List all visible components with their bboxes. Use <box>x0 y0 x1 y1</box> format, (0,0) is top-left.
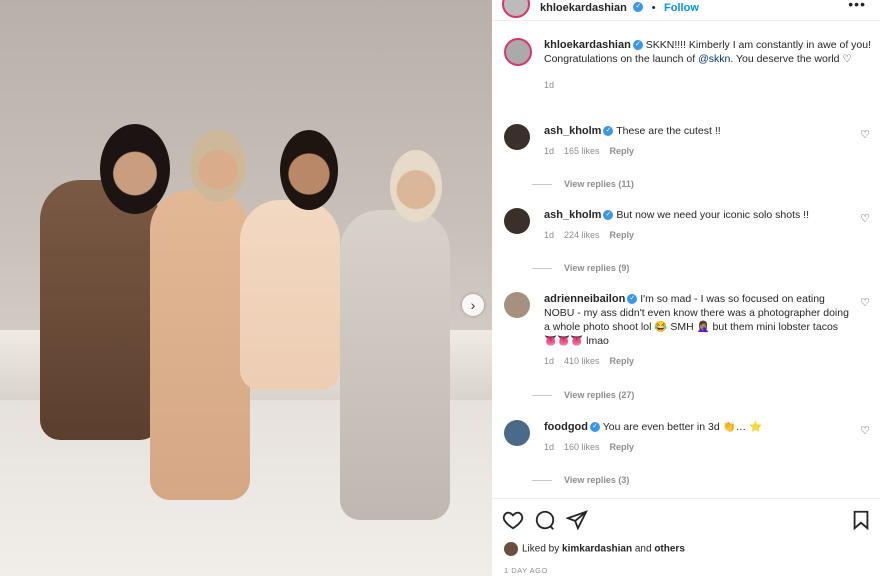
comment-icon[interactable] <box>534 509 556 531</box>
comment-text: You are even better in 3d 👏… ⭐ <box>602 421 763 433</box>
chevron-right-icon: › <box>470 297 476 313</box>
person-figure <box>340 210 450 520</box>
reply-button[interactable]: Reply <box>610 230 635 240</box>
post-image[interactable]: › <box>0 0 492 576</box>
verified-icon: ✓ <box>603 126 614 137</box>
person-figure <box>240 200 340 390</box>
person-head <box>390 150 442 222</box>
verified-icon: ✓ <box>589 422 600 433</box>
follow-button[interactable]: Follow <box>664 2 699 14</box>
bookmark-icon[interactable] <box>850 509 872 531</box>
replies-line <box>532 184 552 186</box>
liked-user[interactable]: kimkardashian <box>562 544 632 555</box>
reply-button[interactable]: Reply <box>610 356 635 366</box>
liked-mid: and <box>632 543 655 555</box>
commenter-avatar[interactable] <box>504 420 530 446</box>
commenter-avatar[interactable] <box>504 292 530 318</box>
replies-line <box>532 268 552 270</box>
comment-text: But now we need your iconic solo shots !… <box>616 209 809 221</box>
comment-likes[interactable]: 165 likes <box>564 146 600 156</box>
caption-text-end: . You deserve the world ♡ <box>730 53 852 65</box>
view-replies-button[interactable]: View replies (3) <box>532 475 629 485</box>
caption-username[interactable]: khloekardashian <box>544 39 631 51</box>
caption-avatar[interactable] <box>504 38 532 66</box>
view-replies-label[interactable]: View replies (3) <box>564 475 629 485</box>
commenter-username[interactable]: ash_kholm <box>544 209 601 221</box>
liked-prefix: Liked by <box>522 543 563 555</box>
post-sidebar: khloekardashian ✓ • Follow ••• khloekard… <box>492 0 880 576</box>
liked-others[interactable]: others <box>654 544 685 555</box>
view-replies-label[interactable]: View replies (9) <box>564 263 629 273</box>
caption-time: 1d <box>544 80 555 90</box>
share-icon[interactable] <box>566 509 588 531</box>
reply-button[interactable]: Reply <box>610 146 635 156</box>
view-replies-label[interactable]: View replies (27) <box>564 390 634 400</box>
comment-text: These are the cutest !! <box>616 125 721 137</box>
commenter-avatar[interactable] <box>504 208 530 234</box>
view-replies-button[interactable]: View replies (9) <box>532 263 629 273</box>
more-horizontal-icon[interactable]: ••• <box>848 0 866 12</box>
separator-dot: • <box>651 2 656 14</box>
heart-icon[interactable]: ♡ <box>860 296 870 310</box>
verified-icon: ✓ <box>633 1 644 12</box>
commenter-avatar[interactable] <box>504 124 530 150</box>
comment-likes[interactable]: 160 likes <box>564 442 600 452</box>
commenter-username[interactable]: ash_kholm <box>544 125 601 137</box>
reply-button[interactable]: Reply <box>610 442 635 452</box>
replies-line <box>532 395 552 397</box>
view-replies-button[interactable]: View replies (27) <box>532 390 634 400</box>
author-username[interactable]: khloekardashian <box>540 2 627 14</box>
post-header: khloekardashian ✓ • Follow ••• <box>492 0 880 21</box>
verified-icon: ✓ <box>603 210 614 221</box>
likes-summary: Liked by kimkardashian and others <box>504 542 685 556</box>
liker-avatar[interactable] <box>504 542 518 556</box>
heart-icon[interactable]: ♡ <box>860 424 870 438</box>
comment-time: 1d <box>544 442 555 452</box>
comment-time: 1d <box>544 146 555 156</box>
post-timestamp: 1 DAY AGO <box>504 566 548 575</box>
comment-likes[interactable]: 224 likes <box>564 230 600 240</box>
author-avatar[interactable] <box>502 0 530 18</box>
verified-icon: ✓ <box>632 40 643 51</box>
verified-icon: ✓ <box>627 294 638 305</box>
action-bar <box>492 498 880 543</box>
person-head <box>280 130 338 210</box>
heart-icon[interactable]: ♡ <box>860 128 870 142</box>
person-head <box>100 124 170 214</box>
person-figure <box>40 180 160 440</box>
comment-time: 1d <box>544 230 555 240</box>
comment-time: 1d <box>544 356 555 366</box>
commenter-username[interactable]: foodgod <box>544 421 588 433</box>
mention-link[interactable]: @skkn <box>698 53 730 65</box>
view-replies-label[interactable]: View replies (11) <box>564 179 634 189</box>
heart-icon[interactable] <box>502 509 524 531</box>
person-head <box>190 130 246 202</box>
commenter-username[interactable]: adrienneibailon <box>544 293 625 305</box>
heart-icon[interactable]: ♡ <box>860 212 870 226</box>
next-image-button[interactable]: › <box>462 294 484 316</box>
view-replies-button[interactable]: View replies (11) <box>532 179 634 189</box>
replies-line <box>532 480 552 482</box>
person-figure <box>150 190 250 500</box>
comment-likes[interactable]: 410 likes <box>564 356 600 366</box>
